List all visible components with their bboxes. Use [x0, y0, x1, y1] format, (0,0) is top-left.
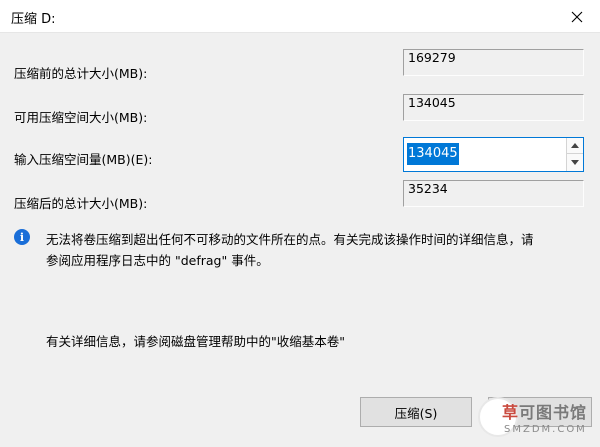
info-line-1: 无法将卷压缩到超出任何不可移动的文件所在的点。有关完成该操作时间的详细信息，请	[46, 232, 534, 247]
title-bar: 压缩 D:	[0, 0, 600, 33]
total-before-label: 压缩前的总计大小(MB):	[14, 66, 148, 81]
help-text: 有关详细信息，请参阅磁盘管理帮助中的"收缩基本卷"	[46, 334, 346, 349]
watermark-title: 草可图书馆	[502, 399, 587, 423]
watermark-title-accent: 草	[502, 403, 520, 422]
total-after-box: 35234	[403, 180, 584, 207]
window-title: 压缩 D:	[11, 12, 56, 27]
info-message: 无法将卷压缩到超出任何不可移动的文件所在的点。有关完成该操作时间的详细信息，请 …	[46, 229, 586, 271]
chevron-down-icon	[571, 159, 579, 165]
available-value: 134045	[408, 95, 456, 110]
input-amount-label: 输入压缩空间量(MB)(E):	[14, 152, 153, 167]
available-label: 可用压缩空间大小(MB):	[14, 110, 148, 125]
close-button[interactable]	[554, 0, 600, 33]
total-after-value: 35234	[408, 181, 448, 196]
stepper-buttons	[566, 138, 583, 171]
stepper-up-button[interactable]	[567, 138, 583, 154]
close-icon	[571, 11, 583, 22]
compress-button[interactable]: 压缩(S)	[360, 397, 472, 427]
available-box: 134045	[403, 94, 584, 121]
watermark-subtitle: SMZDM.COM	[504, 424, 587, 435]
info-icon: i	[14, 229, 30, 245]
stepper-down-button[interactable]	[567, 154, 583, 170]
total-before-value: 169279	[408, 50, 456, 65]
total-after-label: 压缩后的总计大小(MB):	[14, 196, 148, 211]
total-before-box: 169279	[403, 49, 584, 76]
input-amount-stepper[interactable]: 134045	[403, 137, 584, 172]
input-amount-field[interactable]: 134045	[407, 143, 459, 165]
chevron-up-icon	[571, 143, 579, 148]
info-line-2: 参阅应用程序日志中的 "defrag" 事件。	[46, 253, 269, 268]
watermark-logo: 草可图书馆 SMZDM.COM	[478, 393, 598, 445]
watermark-title-rest: 可图书馆	[519, 403, 588, 422]
compress-dialog: 压缩 D: 压缩前的总计大小(MB): 169279 可用压缩空间大小(MB):…	[0, 0, 600, 447]
